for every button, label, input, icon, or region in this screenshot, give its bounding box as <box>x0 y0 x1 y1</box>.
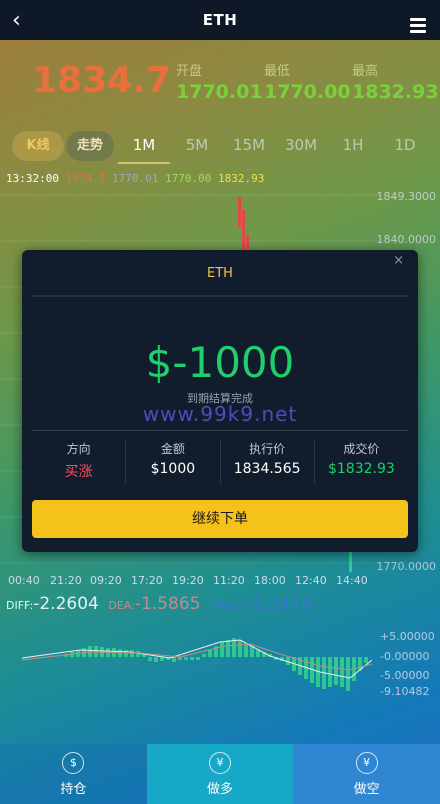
top-bar: ‹ ETH <box>0 0 440 40</box>
stat-high-label: 最高 <box>352 64 379 79</box>
macd-y-label: +5.00000 <box>380 630 435 643</box>
y-axis-label: 1840.0000 <box>376 233 437 246</box>
trade-details: 方向 买涨 金额 $1000 执行价 1834.565 成交价 $1832.93 <box>32 440 408 484</box>
back-chevron-icon[interactable]: ‹ <box>12 8 21 33</box>
macd-label: MACD: <box>209 599 247 612</box>
detail-deal-price-value: $1832.93 <box>327 461 395 477</box>
tab-30m[interactable]: 30M <box>276 128 326 162</box>
ohlc-readout: 13:32:00 1834.7 1770.01 1770.00 1832.93 <box>6 172 264 185</box>
continue-order-button[interactable]: 继续下单 <box>32 500 408 538</box>
macd-value: -1.3478 <box>246 594 313 614</box>
coins-icon: $ <box>62 751 85 774</box>
hamburger-menu-icon[interactable] <box>410 18 426 36</box>
result-amount: $-1000 <box>145 338 295 387</box>
ohlc-v3: 1770.00 <box>164 172 212 185</box>
x-axis-label: 12:40 <box>295 574 327 587</box>
x-axis-label: 17:20 <box>131 574 163 587</box>
ohlc-v2: 1770.01 <box>111 172 159 185</box>
dea-label: DEA: <box>108 599 135 612</box>
tab-1h[interactable]: 1H <box>328 128 378 162</box>
stat-open-label: 开盘 <box>176 64 203 79</box>
detail-deal-price-label: 成交价 <box>343 442 380 456</box>
diff-value: -2.2604 <box>33 594 99 614</box>
page-title: ETH <box>202 11 238 29</box>
modal-title: ETH <box>207 266 233 281</box>
diff-label: DIFF: <box>6 599 34 612</box>
macd-y-label: -9.10482 <box>380 685 430 698</box>
detail-direction: 方向 买涨 <box>32 440 125 484</box>
tab-1m[interactable]: 1M <box>118 128 170 164</box>
dea-value: -1.5865 <box>134 594 201 614</box>
stat-high: 最高 1832.93 <box>352 60 439 103</box>
x-axis-label: 21:20 <box>50 574 82 587</box>
ohlc-v4: 1832.93 <box>217 172 265 185</box>
nav-positions-label: 持仓 <box>60 781 87 797</box>
stat-low: 最低 1770.00 <box>264 60 351 103</box>
nav-positions[interactable]: $ 持仓 <box>0 744 147 804</box>
tab-5m[interactable]: 5M <box>172 128 222 162</box>
macd-readout: DIFF:-2.2604 DEA:-1.5865 MACD:-1.3478 <box>6 594 312 614</box>
x-axis-label: 19:20 <box>172 574 204 587</box>
y-axis-label: 1770.0000 <box>376 560 437 573</box>
x-axis-label: 11:20 <box>213 574 245 587</box>
y-axis-label: 1849.3000 <box>376 190 437 203</box>
detail-direction-label: 方向 <box>66 442 91 456</box>
detail-amount-value: $1000 <box>150 461 196 477</box>
nav-short[interactable]: ¥ 做空 <box>293 744 440 804</box>
divider <box>32 430 408 431</box>
stat-low-value: 1770.00 <box>264 81 351 103</box>
x-axis-label: 18:00 <box>254 574 286 587</box>
x-axis-label: 14:40 <box>336 574 368 587</box>
nav-long-label: 做多 <box>207 781 234 797</box>
watermark-text: www.99k9.net <box>142 402 298 426</box>
ohlc-v1: 1834.7 <box>65 172 106 185</box>
divider <box>32 295 408 297</box>
tab-kline[interactable]: K线 <box>12 131 64 161</box>
macd-y-label: -5.00000 <box>380 669 430 682</box>
current-price: 1834.7 <box>32 60 171 101</box>
nav-short-label: 做空 <box>353 781 380 797</box>
candle <box>349 550 352 572</box>
detail-exec-price: 执行价 1834.565 <box>219 440 314 484</box>
x-axis-label: 09:20 <box>90 574 122 587</box>
stat-open-value: 1770.01 <box>176 81 263 103</box>
settlement-modal: × ETH $-1000 到期结算完成 www.99k9.net 方向 买涨 金… <box>22 250 418 552</box>
detail-deal-price: 成交价 $1832.93 <box>313 440 408 484</box>
chart-tabs: K线 走势 1M 5M 15M 30M 1H 1D <box>0 128 440 164</box>
nav-long[interactable]: ¥ 做多 <box>146 744 294 804</box>
ohlc-time: 13:32:00 <box>6 172 59 185</box>
candle <box>246 235 249 249</box>
detail-amount: 金额 $1000 <box>125 440 219 484</box>
tab-1d[interactable]: 1D <box>380 128 430 162</box>
macd-y-label: -0.00000 <box>380 650 430 663</box>
detail-exec-price-value: 1834.565 <box>233 461 301 477</box>
macd-histogram <box>21 638 373 691</box>
tab-15m[interactable]: 15M <box>224 128 274 162</box>
detail-amount-label: 金额 <box>160 442 185 456</box>
candle <box>242 210 245 250</box>
x-axis-label: 00:40 <box>8 574 40 587</box>
detail-direction-value: 买涨 <box>64 464 93 480</box>
yen-down-icon: ¥ <box>355 751 378 774</box>
detail-exec-price-label: 执行价 <box>249 442 286 456</box>
candle <box>238 197 241 227</box>
stat-high-value: 1832.93 <box>352 81 439 103</box>
stat-low-label: 最低 <box>264 64 291 79</box>
tab-trend[interactable]: 走势 <box>66 131 114 161</box>
stat-open: 开盘 1770.01 <box>176 60 263 103</box>
bottom-nav: $ 持仓 ¥ 做多 ¥ 做空 <box>0 744 440 804</box>
yen-up-icon: ¥ <box>209 751 231 774</box>
